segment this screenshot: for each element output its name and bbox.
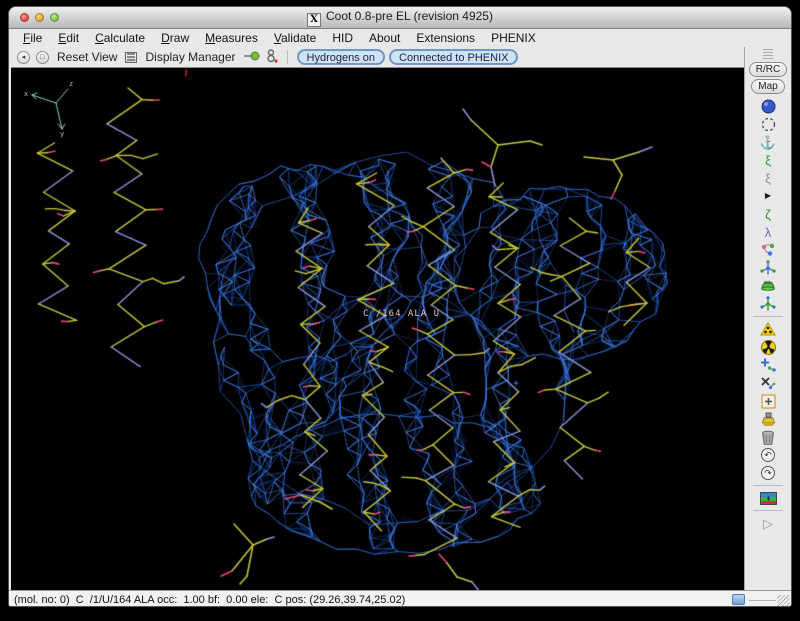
nav-back-button[interactable]: ◂: [17, 51, 30, 64]
hazard-triangle-icon[interactable]: [759, 320, 777, 338]
map-button[interactable]: Map: [751, 79, 784, 94]
window-resize-grip[interactable]: [777, 595, 790, 607]
green-chain-icon[interactable]: ζ: [759, 205, 777, 223]
main-toolbar: ◂ □ Reset View Display Manager Hydrogens…: [9, 47, 744, 67]
display-manager-icon: [125, 52, 137, 63]
menu-hid[interactable]: HID: [324, 31, 361, 45]
toolbar-drag-handle[interactable]: [763, 49, 773, 59]
run-play-icon[interactable]: ▷: [759, 514, 777, 532]
coot-window: XCoot 0.8-pre EL (revision 4925) FileEdi…: [8, 6, 792, 607]
paintbrush-icon[interactable]: [759, 410, 777, 428]
star-molecule-icon[interactable]: [759, 259, 777, 277]
screen: XCoot 0.8-pre EL (revision 4925) FileEdi…: [0, 0, 800, 621]
svg-text:Side: Side: [763, 280, 773, 285]
x11-icon: X: [307, 13, 321, 27]
statusbar: (mol. no: 0) C /1/U/164 ALA occ: 1.00 bf…: [9, 590, 791, 607]
expand-arrow-icon[interactable]: ▶: [759, 187, 777, 205]
menubar: FileEditCalculateDrawMeasuresValidateHID…: [9, 29, 791, 47]
nav-stop-button[interactable]: □: [36, 51, 49, 64]
right-toolbar-panel: R/RC Map ⚓ξξ▶ζλSide↶↷▷: [744, 47, 791, 590]
titlebar[interactable]: XCoot 0.8-pre EL (revision 4925): [9, 7, 791, 29]
status-text: (mol. no: 0) C /1/U/164 ALA occ: 1.00 bf…: [14, 594, 405, 606]
menu-about[interactable]: About: [361, 31, 408, 45]
menu-measures[interactable]: Measures: [197, 31, 266, 45]
menu-draw[interactable]: Draw: [153, 31, 197, 45]
menu-calculate[interactable]: Calculate: [87, 31, 153, 45]
gl-canvas[interactable]: [11, 68, 744, 590]
menu-extensions[interactable]: Extensions: [408, 31, 483, 45]
hydrogen-figure-icon[interactable]: [266, 49, 278, 66]
radioactive-icon[interactable]: [759, 338, 777, 356]
refine-control-button[interactable]: R/RC: [749, 62, 787, 77]
atom-dots-icon[interactable]: [759, 241, 777, 259]
model-tools-column: ⚓ξξ▶ζλSide↶↷▷: [753, 97, 783, 532]
dashed-circle-icon[interactable]: [759, 115, 777, 133]
anchor-icon[interactable]: ⚓: [759, 133, 777, 151]
phenix-connection-badge[interactable]: Connected to PHENIX: [389, 49, 518, 65]
add-terminal-residue-icon[interactable]: [759, 392, 777, 410]
redo-icon[interactable]: ↷: [759, 464, 777, 482]
menu-file[interactable]: File: [15, 31, 50, 45]
gray-squiggle-icon[interactable]: ξ: [759, 169, 777, 187]
delete-atom-icon[interactable]: [759, 374, 777, 392]
status-groove: [749, 600, 776, 601]
blue-chain-icon[interactable]: λ: [759, 223, 777, 241]
display-manager-button[interactable]: Display Manager: [143, 50, 237, 64]
menu-edit[interactable]: Edit: [50, 31, 87, 45]
undo-icon[interactable]: ↶: [759, 446, 777, 464]
hydrogens-toggle-button[interactable]: Hydrogens on: [297, 49, 386, 65]
green-star-molecule-icon[interactable]: [759, 295, 777, 313]
blue-sphere-icon[interactable]: [759, 97, 777, 115]
add-atom-icon[interactable]: [759, 356, 777, 374]
toolbar-separator: [753, 485, 783, 486]
toolbar-separator: [753, 510, 783, 511]
side-dome-icon[interactable]: Side: [759, 277, 777, 295]
green-squiggle-icon[interactable]: ξ: [759, 151, 777, 169]
flag-icon[interactable]: [759, 489, 777, 507]
toolbar-separator: [753, 316, 783, 317]
gl-viewport[interactable]: C /164 ALA U x z y: [11, 67, 744, 590]
trash-icon[interactable]: [759, 428, 777, 446]
go-to-atom-icon[interactable]: [244, 50, 260, 65]
window-title: XCoot 0.8-pre EL (revision 4925): [9, 9, 791, 27]
status-scrollbar-thumb[interactable]: [732, 594, 745, 605]
menu-phenix[interactable]: PHENIX: [483, 31, 544, 45]
menu-validate[interactable]: Validate: [266, 31, 325, 45]
toolbar-separator: [287, 50, 288, 64]
reset-view-button[interactable]: Reset View: [55, 50, 119, 64]
